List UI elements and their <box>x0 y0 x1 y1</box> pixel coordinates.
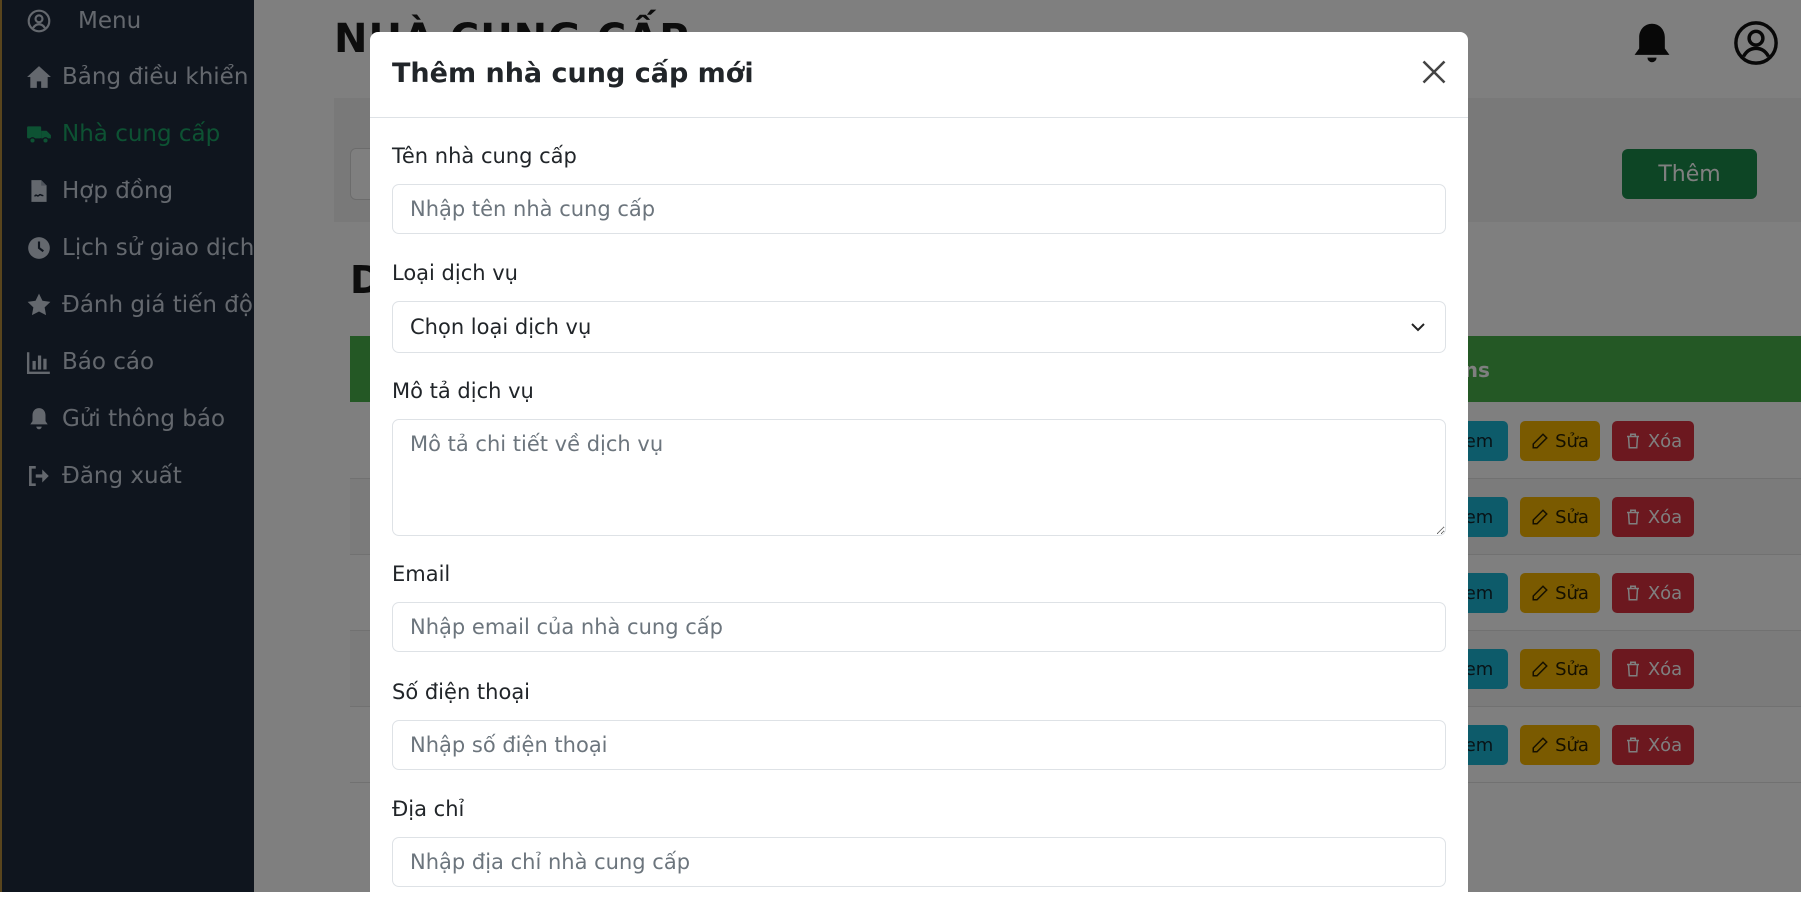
address-label: Địa chỉ <box>392 797 465 821</box>
modal-title: Thêm nhà cung cấp mới <box>392 58 754 89</box>
phone-input[interactable] <box>392 720 1446 770</box>
service-description-label: Mô tả dịch vụ <box>392 379 534 403</box>
address-input[interactable] <box>392 837 1446 887</box>
email-input[interactable] <box>392 602 1446 652</box>
modal-header: Thêm nhà cung cấp mới <box>370 32 1468 118</box>
service-type-select[interactable]: Chọn loại dịch vụ <box>392 301 1446 353</box>
service-type-value: Chọn loại dịch vụ <box>410 315 592 339</box>
chevron-down-icon <box>1411 323 1425 332</box>
supplier-name-input[interactable] <box>392 184 1446 234</box>
service-type-label: Loại dịch vụ <box>392 261 518 285</box>
supplier-name-label: Tên nhà cung cấp <box>392 144 577 168</box>
email-label: Email <box>392 562 451 586</box>
close-icon <box>1422 60 1446 84</box>
service-description-textarea[interactable] <box>392 419 1446 536</box>
add-supplier-modal: Thêm nhà cung cấp mới Tên nhà cung cấp L… <box>370 32 1468 902</box>
phone-label: Số điện thoại <box>392 680 531 704</box>
close-button[interactable] <box>1420 58 1448 86</box>
